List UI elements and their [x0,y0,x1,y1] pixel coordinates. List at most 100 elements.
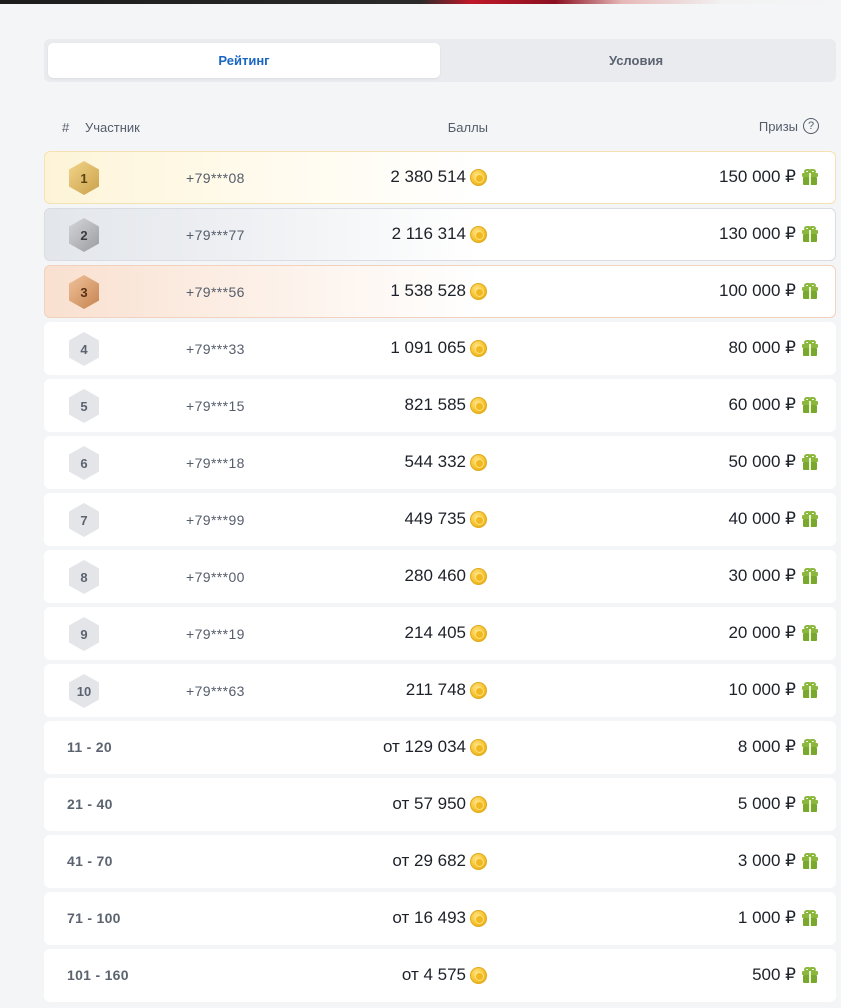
gift-icon [802,910,818,926]
participant-phone: +79***00 [186,569,245,585]
prize-cell: 3 000 ₽ [738,851,818,871]
table-row: 71 - 100 от 16 493 1 000 ₽ [44,892,836,945]
coin-icon [470,966,487,984]
gift-icon [802,739,818,755]
points-cell: 1 538 528 [390,281,487,301]
coin-icon [470,396,487,414]
rank-badge: 1 [69,161,99,195]
prize-cell: 5 000 ₽ [738,794,818,814]
rank-range: 41 - 70 [67,853,113,869]
points-cell: 1 091 065 [390,338,487,358]
table-row: 2 +79***77 2 116 314 130 000 ₽ [44,208,836,261]
coin-icon [470,225,487,243]
rank-badge: 5 [69,389,99,423]
participant-phone: +79***33 [186,341,245,357]
table-row: 4 +79***33 1 091 065 80 000 ₽ [44,322,836,375]
coin-icon [470,510,487,528]
question-circle-icon[interactable]: ? [803,118,819,134]
prize-value: 50 000 ₽ [728,452,796,471]
column-header-prizes: Призы ? [759,118,819,134]
prize-cell: 1 000 ₽ [738,908,818,928]
table-row: 11 - 20 от 129 034 8 000 ₽ [44,721,836,774]
points-cell: от 57 950 [392,794,487,814]
prize-cell: 500 ₽ [752,965,818,985]
prize-value: 1 000 ₽ [737,908,796,927]
prize-value: 3 000 ₽ [737,851,796,870]
points-cell: от 16 493 [392,908,487,928]
points-cell: 821 585 [405,395,487,415]
column-header-points: Баллы [447,120,488,135]
prize-cell: 150 000 ₽ [719,167,818,187]
prize-value: 100 000 ₽ [719,281,796,300]
points-value: от 29 682 [392,851,466,870]
points-value: от 4 575 [401,965,466,984]
prize-cell: 20 000 ₽ [728,623,818,643]
points-value: от 16 493 [392,908,466,927]
table-row: 5 +79***15 821 585 60 000 ₽ [44,379,836,432]
rank-badge: 2 [69,218,99,252]
prize-cell: 8 000 ₽ [738,737,818,757]
prize-cell: 40 000 ₽ [728,509,818,529]
coin-icon [470,339,487,357]
table-row: 3 +79***56 1 538 528 100 000 ₽ [44,265,836,318]
points-value: 1 538 528 [390,281,466,300]
rank-badge: 8 [69,560,99,594]
points-value: 1 091 065 [390,338,466,357]
table-row: 21 - 40 от 57 950 5 000 ₽ [44,778,836,831]
prize-value: 150 000 ₽ [719,167,796,186]
rank-badge: 3 [69,275,99,309]
points-value: 449 735 [404,509,466,528]
participant-phone: +79***56 [186,284,245,300]
tab-rating[interactable]: Рейтинг [48,43,440,78]
gift-icon [802,454,818,470]
points-cell: 280 460 [405,566,487,586]
gift-icon [802,853,818,869]
column-header-number: # [62,120,70,135]
participant-phone: +79***77 [186,227,245,243]
column-header-participant: Участник [85,120,140,135]
column-header-prizes-label: Призы [758,118,798,134]
gift-icon [802,682,818,698]
table-row: 101 - 160 от 4 575 500 ₽ [44,949,836,1002]
prize-value: 40 000 ₽ [728,509,796,528]
points-value: от 57 950 [392,794,466,813]
points-value: 214 405 [404,623,466,642]
points-cell: от 29 682 [392,851,487,871]
rank-badge: 9 [69,617,99,651]
prize-cell: 10 000 ₽ [728,680,818,700]
points-value: 544 332 [404,452,466,471]
rank-badge: 10 [69,674,99,708]
rank-badge: 6 [69,446,99,480]
gift-icon [802,283,818,299]
prize-value: 8 000 ₽ [737,737,796,756]
tab-bar: Рейтинг Условия [44,39,836,82]
participant-phone: +79***08 [186,170,245,186]
points-cell: 449 735 [405,509,487,529]
points-cell: 2 380 514 [390,167,487,187]
table-row: 8 +79***00 280 460 30 000 ₽ [44,550,836,603]
coin-icon [470,453,487,471]
rank-badge: 7 [69,503,99,537]
table-row: 9 +79***19 214 405 20 000 ₽ [44,607,836,660]
coin-icon [470,282,487,300]
prize-cell: 130 000 ₽ [719,224,818,244]
participant-phone: +79***15 [186,398,245,414]
prize-value: 10 000 ₽ [728,680,796,699]
gift-icon [802,796,818,812]
prize-value: 30 000 ₽ [728,566,796,585]
points-value: 211 748 [405,680,466,699]
gift-icon [802,511,818,527]
top-banner-image [0,0,841,4]
points-cell: 544 332 [405,452,487,472]
tab-conditions[interactable]: Условия [440,43,832,78]
rank-range: 101 - 160 [67,967,129,983]
gift-icon [802,568,818,584]
gift-icon [802,226,818,242]
table-row: 10 +79***63 211 748 10 000 ₽ [44,664,836,717]
table-row: 6 +79***18 544 332 50 000 ₽ [44,436,836,489]
participant-phone: +79***63 [186,683,245,699]
participant-phone: +79***99 [186,512,245,528]
points-value: 2 116 314 [391,224,466,243]
points-cell: от 129 034 [383,737,487,757]
prize-cell: 100 000 ₽ [719,281,818,301]
